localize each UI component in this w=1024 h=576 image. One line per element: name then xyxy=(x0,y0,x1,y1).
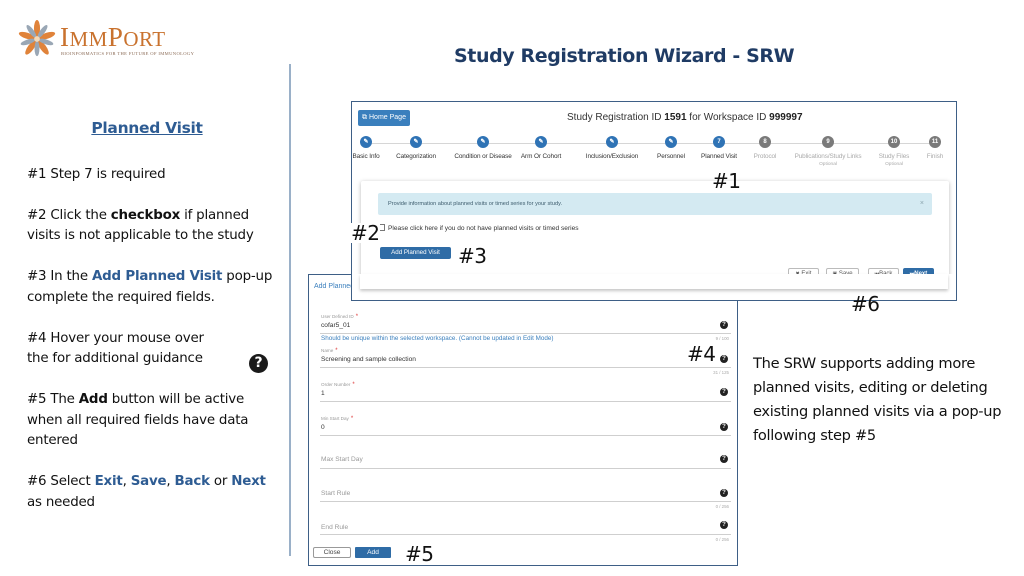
name-field[interactable]: Name * Screening and sample collection ? xyxy=(320,346,731,368)
min-start-day-field[interactable]: Min Start Day * 0 ? xyxy=(320,414,731,436)
help-icon[interactable]: ? xyxy=(720,521,728,529)
char-counter: 0 / 256 xyxy=(715,504,729,509)
user-defined-id-field[interactable]: User Defined ID * cofar5_01 ? xyxy=(320,312,731,334)
instruction-step-3: #3 In the Add Planned Visit pop-up compl… xyxy=(27,269,273,305)
marker-2: #2 xyxy=(350,221,381,245)
help-icon[interactable]: ? xyxy=(720,321,728,329)
external-link-icon: ⧉ xyxy=(362,114,367,121)
char-counter: 0 / 256 xyxy=(715,537,729,542)
order-number-value: 1 xyxy=(321,390,325,397)
char-counter: 31 / 125 xyxy=(713,370,729,375)
wizard-step-arm-or-cohort[interactable]: ✎ Arm Or Cohort xyxy=(501,136,581,160)
add-planned-visit-popup: Add Planned Visit User Defined ID * cofar… xyxy=(308,274,738,566)
registration-title: Study Registration ID 1591 for Workspace… xyxy=(567,112,803,123)
marker-5: #5 xyxy=(405,542,434,566)
immport-flower-icon xyxy=(18,20,56,57)
user-defined-id-value: cofar5_01 xyxy=(321,322,351,329)
char-counter: 9 / 100 xyxy=(715,336,729,341)
pencil-icon: ✎ xyxy=(535,136,547,148)
instruction-step-5: #5 The Add button will be active when al… xyxy=(27,392,249,448)
srw-wizard-screenshot: ⧉ Home Page Study Registration ID 1591 fo… xyxy=(351,101,957,300)
step-number-badge: 8 xyxy=(759,136,771,148)
logo-tagline: Bioinformatics For The Future of Immunol… xyxy=(61,51,195,56)
pencil-icon: ✎ xyxy=(606,136,618,148)
study-id: 1591 xyxy=(664,112,687,123)
step-optional-label: Optional xyxy=(885,162,903,167)
vertical-divider xyxy=(289,64,291,556)
close-button[interactable]: Close xyxy=(313,547,351,558)
step-label: Finish xyxy=(926,153,944,160)
pencil-icon: ✎ xyxy=(665,136,677,148)
help-icon[interactable]: ? xyxy=(720,489,728,497)
step-number-badge: 9 xyxy=(822,136,834,148)
help-icon[interactable]: ? xyxy=(720,423,728,431)
instruction-step-1: #1 Step 7 is required xyxy=(27,166,166,182)
no-planned-visits-checkbox-row[interactable]: Please click here if you do not have pla… xyxy=(378,224,579,234)
add-planned-visit-button[interactable]: Add Planned Visit xyxy=(380,247,451,259)
add-button[interactable]: Add xyxy=(355,547,391,558)
marker-4: #4 xyxy=(687,342,716,366)
marker-6: #6 xyxy=(851,292,880,316)
logo-wordmark: IMMPORT xyxy=(60,22,166,52)
pencil-icon: ✎ xyxy=(360,136,372,148)
workspace-id: 999997 xyxy=(769,112,803,123)
wizard-stepper: ✎ Basic Info ✎ Categorization ✎ Condition or … xyxy=(352,136,956,176)
help-icon[interactable]: ? xyxy=(720,355,728,363)
pencil-icon: ✎ xyxy=(410,136,422,148)
wizard-step-finish[interactable]: 11 Finish xyxy=(895,136,975,160)
min-start-day-value: 0 xyxy=(321,424,325,431)
end-rule-field[interactable]: End Rule ? xyxy=(320,514,731,535)
field-hint: Should be unique within the selected wor… xyxy=(321,335,554,342)
marker-1: #1 xyxy=(712,169,741,193)
instruction-step-2: #2 Click the checkbox if planned visits … xyxy=(27,207,254,244)
checkbox-label: Please click here if you do not have pla… xyxy=(388,225,579,232)
instructions-panel: Planned Visit #1 Step 7 is required #2 C… xyxy=(27,118,277,534)
immport-logo: IMMPORT Bioinformatics For The Future of… xyxy=(18,20,194,60)
home-page-button[interactable]: ⧉ Home Page xyxy=(358,110,410,126)
instruction-step-6: #6 Select Exit, Save, Back or Next as ne… xyxy=(27,474,266,510)
inner-card-bottom xyxy=(360,274,948,289)
start-rule-field[interactable]: Start Rule ? xyxy=(320,480,731,502)
marker-3: #3 xyxy=(458,244,487,268)
instruction-step-4: #4 Hover your mouse over the for additio… xyxy=(27,330,204,367)
section-title: Planned Visit xyxy=(91,119,203,137)
help-icon[interactable]: ? xyxy=(720,455,728,463)
slide-title: Study Registration Wizard - SRW xyxy=(454,45,795,67)
step-label: Arm Or Cohort xyxy=(520,153,562,160)
info-alert: Provide information about planned visits… xyxy=(378,193,932,215)
max-start-day-field[interactable]: Max Start Day ? xyxy=(320,447,731,469)
help-icon: ? xyxy=(249,354,268,373)
pencil-icon: ✎ xyxy=(477,136,489,148)
help-icon[interactable]: ? xyxy=(720,388,728,396)
srw-note: The SRW supports adding more planned vis… xyxy=(753,355,1002,444)
order-number-field[interactable]: Order Number * 1 ? xyxy=(320,380,731,402)
name-value: Screening and sample collection xyxy=(321,356,416,363)
step-number-badge: 11 xyxy=(929,136,941,148)
close-icon[interactable]: × xyxy=(920,193,924,215)
step-number-badge: 7 xyxy=(713,136,725,148)
